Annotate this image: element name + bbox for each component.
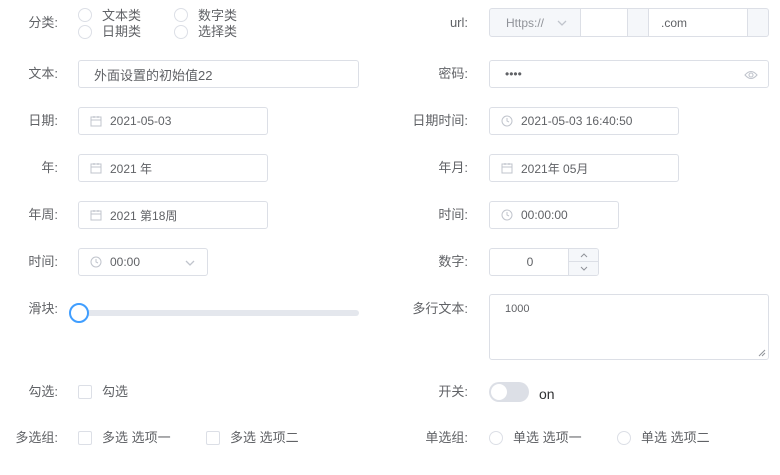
text-value: 外面设置的初始值22 <box>94 67 213 83</box>
radio-category-date[interactable] <box>78 25 92 39</box>
password-value: •••• <box>505 67 522 81</box>
switch-toggle[interactable] <box>489 382 529 402</box>
checkbox[interactable] <box>78 385 92 399</box>
month-picker[interactable]: 2021年 05月 <box>489 154 679 182</box>
switch-label: 开关: <box>438 384 468 399</box>
radio-group-option-2[interactable] <box>617 431 631 445</box>
month-label: 年月: <box>438 160 468 175</box>
password-input[interactable]: •••• <box>489 60 769 88</box>
chevron-down-icon <box>557 20 567 26</box>
datetime-label: 日期时间: <box>412 113 468 128</box>
chevron-up-icon <box>580 253 587 258</box>
year-value: 2021 年 <box>110 161 153 176</box>
week-value: 2021 第18周 <box>110 208 178 223</box>
radio-category-number[interactable] <box>174 8 188 22</box>
checkbox-group-option-1-label: 多选 选项一 <box>102 430 171 445</box>
date-picker[interactable]: 2021-05-03 <box>78 107 268 135</box>
eye-icon[interactable] <box>744 70 758 80</box>
url-protocol-select[interactable]: Https:// <box>490 9 580 36</box>
radio-group-label: 单选组: <box>425 430 468 445</box>
category-option-select: 选择类 <box>198 24 238 39</box>
calendar-icon <box>501 163 513 174</box>
url-label: url: <box>449 15 468 30</box>
radio-group-option-2-label: 单选 选项二 <box>641 430 710 445</box>
radio-category-select[interactable] <box>174 25 188 39</box>
switch-text: on <box>539 386 555 402</box>
number-input[interactable]: 0 <box>489 248 599 276</box>
category-label: 分类: <box>28 15 58 30</box>
checkbox-option: 勾选 <box>102 384 129 399</box>
week-label: 年周: <box>28 207 58 222</box>
checkbox-group-option-2-label: 多选 选项二 <box>230 430 299 445</box>
number-increase-button[interactable] <box>568 249 598 262</box>
url-suffix-input[interactable]: .com <box>648 8 748 37</box>
text-label: 文本: <box>28 66 58 81</box>
checkbox-group-label: 多选组: <box>15 430 58 445</box>
time-picker-right[interactable]: 00:00:00 <box>489 201 619 229</box>
chevron-down-icon <box>580 266 587 271</box>
category-option-text: 文本类 <box>102 8 142 23</box>
calendar-icon <box>90 210 102 221</box>
calendar-icon <box>90 116 102 127</box>
month-value: 2021年 05月 <box>521 161 589 176</box>
textarea-value: 1000 <box>505 303 530 315</box>
time-select-label: 时间: <box>28 254 58 269</box>
time-select-value: 00:00 <box>110 255 141 269</box>
url-protocol-value: Https:// <box>506 15 545 30</box>
radio-group-option-1[interactable] <box>489 431 503 445</box>
number-label: 数字: <box>438 254 468 269</box>
password-label: 密码: <box>438 66 468 81</box>
date-value: 2021-05-03 <box>110 114 172 128</box>
clock-icon <box>90 256 102 268</box>
category-option-date: 日期类 <box>102 24 142 39</box>
time-right-value: 00:00:00 <box>521 208 568 222</box>
checkbox-group-option-2[interactable] <box>206 431 220 445</box>
datetime-picker[interactable]: 2021-05-03 16:40:50 <box>489 107 679 135</box>
text-input[interactable]: 外面设置的初始值22 <box>78 60 359 88</box>
radio-group-option-1-label: 单选 选项一 <box>513 430 582 445</box>
number-decrease-button[interactable] <box>568 262 598 275</box>
textarea-label: 多行文本: <box>412 301 468 316</box>
number-value: 0 <box>526 255 534 269</box>
week-picker[interactable]: 2021 第18周 <box>78 201 268 229</box>
textarea[interactable]: 1000 <box>489 294 769 360</box>
url-suffix-value: .com <box>661 15 688 30</box>
clock-icon <box>501 115 513 127</box>
switch-knob <box>491 384 507 400</box>
datetime-value: 2021-05-03 16:40:50 <box>521 114 633 128</box>
url-input-group: Https:// .com <box>489 8 769 37</box>
clock-icon <box>501 209 513 221</box>
url-host-input[interactable] <box>580 8 628 37</box>
date-label: 日期: <box>28 113 58 128</box>
year-label: 年: <box>41 160 58 175</box>
year-picker[interactable]: 2021 年 <box>78 154 268 182</box>
slider-handle[interactable] <box>69 303 89 323</box>
resize-handle-icon[interactable] <box>758 349 766 357</box>
slider-label: 滑块: <box>28 301 58 316</box>
checkbox-label: 勾选: <box>28 384 58 399</box>
chevron-down-icon <box>185 260 195 266</box>
category-option-number: 数字类 <box>198 8 238 23</box>
checkbox-group-option-1[interactable] <box>78 431 92 445</box>
radio-category-text[interactable] <box>78 8 92 22</box>
time-select[interactable]: 00:00 <box>78 248 208 276</box>
slider-track[interactable] <box>69 303 359 323</box>
time-right-label: 时间: <box>438 207 468 222</box>
calendar-icon <box>90 163 102 174</box>
